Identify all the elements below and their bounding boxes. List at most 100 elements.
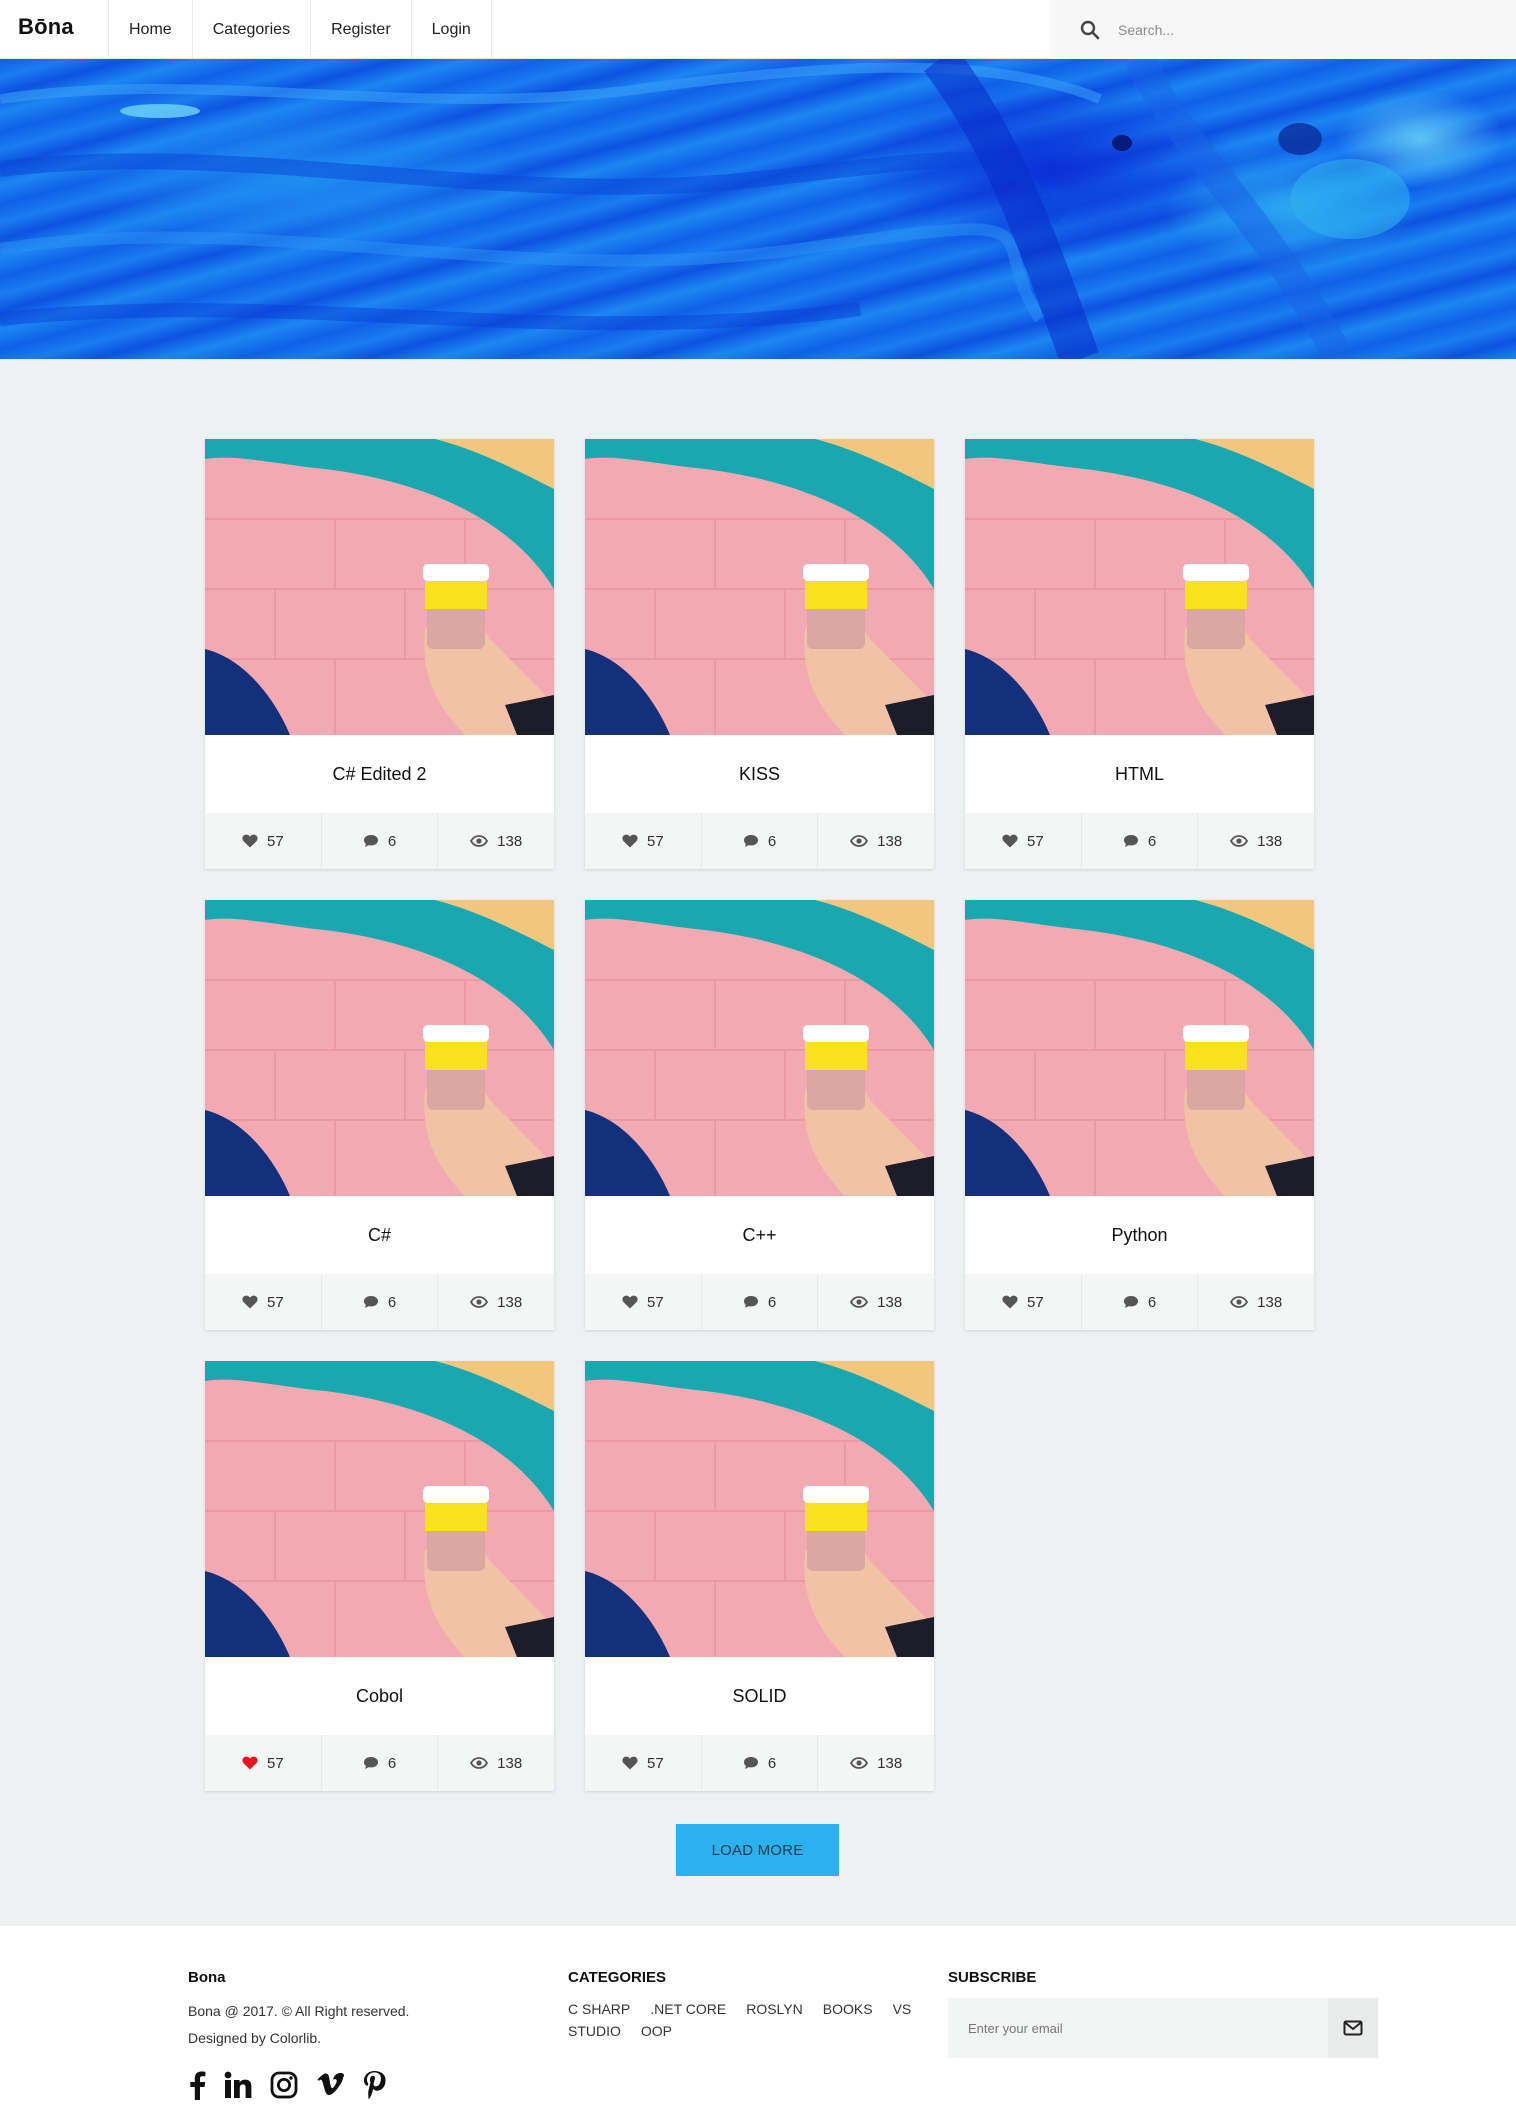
like-button[interactable]: 57 [205,1735,322,1791]
post-title[interactable]: C# Edited 2 [205,735,554,813]
post-thumbnail[interactable] [965,439,1314,735]
hero-banner [0,59,1516,359]
post-stats: 57 6 138 [965,1274,1314,1330]
views-count: 138 [877,832,903,850]
post-thumbnail[interactable] [205,1361,554,1657]
site-logo[interactable]: Bōna [18,14,74,40]
post-title[interactable]: C++ [585,1196,934,1274]
category-link[interactable]: C SHARP [568,2001,630,2017]
comments-count: 6 [387,1754,397,1772]
hero-marble-image [0,59,1410,359]
vimeo-icon[interactable] [316,2072,344,2098]
post-title[interactable]: SOLID [585,1657,934,1735]
post-thumbnail[interactable] [205,439,554,735]
comment-icon [1123,835,1138,847]
views-stat[interactable]: 138 [438,813,554,869]
category-link[interactable]: .NET CORE [650,2001,726,2017]
posts-grid: C# Edited 2 57 6 138 KISS 57 6 138 HTML … [205,439,1315,1791]
post-thumbnail[interactable] [585,1361,934,1657]
views-stat[interactable]: 138 [1198,813,1314,869]
heart-icon [242,1756,258,1770]
instagram-icon[interactable] [270,2071,298,2099]
post-card[interactable]: HTML 57 6 138 [965,439,1314,869]
post-thumbnail[interactable] [585,900,934,1196]
post-title[interactable]: Python [965,1196,1314,1274]
category-link[interactable]: ROSLYN [746,2001,803,2017]
post-card[interactable]: SOLID 57 6 138 [585,1361,934,1791]
like-button[interactable]: 57 [205,1274,322,1330]
footer-categories: CATEGORIES C SHARP .NET CORE ROSLYN BOOKS VS… [568,1969,928,2042]
like-button[interactable]: 57 [585,1274,702,1330]
nav-home[interactable]: Home [109,0,193,59]
post-card[interactable]: C++ 57 6 138 [585,900,934,1330]
post-thumbnail[interactable] [205,900,554,1196]
views-stat[interactable]: 138 [1198,1274,1314,1330]
comment-button[interactable]: 6 [322,1274,439,1330]
post-title[interactable]: Cobol [205,1657,554,1735]
like-button[interactable]: 57 [205,813,322,869]
linkedin-icon[interactable] [224,2071,252,2099]
comments-count: 6 [767,832,777,850]
heart-icon [242,1295,258,1309]
views-stat[interactable]: 138 [438,1274,554,1330]
eye-icon [470,1296,489,1308]
post-card[interactable]: C# 57 6 138 [205,900,554,1330]
views-count: 138 [497,832,523,850]
nav-register[interactable]: Register [311,0,412,59]
post-card[interactable]: KISS 57 6 138 [585,439,934,869]
post-stats: 57 6 138 [585,1735,934,1791]
search-icon[interactable] [1080,20,1100,40]
like-button[interactable]: 57 [965,813,1082,869]
like-button[interactable]: 57 [585,1735,702,1791]
post-title[interactable]: C# [205,1196,554,1274]
heart-icon [622,1295,638,1309]
footer-subscribe-title: SUBSCRIBE [948,1969,1037,1986]
comment-button[interactable]: 6 [702,1735,819,1791]
comment-button[interactable]: 6 [1082,1274,1199,1330]
eye-icon [850,835,869,847]
post-thumbnail[interactable] [585,439,934,735]
post-stats: 57 6 138 [585,813,934,869]
views-count: 138 [1257,832,1283,850]
footer-designed-by: Designed by Colorlib. [188,2030,322,2046]
category-link[interactable]: BOOKS [823,2001,873,2017]
comment-icon [743,835,758,847]
like-button[interactable]: 57 [965,1274,1082,1330]
post-title[interactable]: KISS [585,735,934,813]
nav-login[interactable]: Login [412,0,492,59]
views-stat[interactable]: 138 [818,813,934,869]
comments-count: 6 [387,1293,397,1311]
post-stats: 57 6 138 [205,813,554,869]
comment-button[interactable]: 6 [702,1274,819,1330]
comment-button[interactable]: 6 [322,1735,439,1791]
footer-brand: Bona [188,1969,226,1986]
comment-icon [743,1296,758,1308]
category-link[interactable]: OOP [641,2023,672,2039]
load-more-button[interactable]: LOAD MORE [676,1824,839,1876]
views-stat[interactable]: 138 [818,1274,934,1330]
post-card[interactable]: C# Edited 2 57 6 138 [205,439,554,869]
post-card[interactable]: Cobol 57 6 138 [205,1361,554,1791]
email-field[interactable] [948,1998,1328,2058]
nav-categories[interactable]: Categories [193,0,312,59]
post-card[interactable]: Python 57 6 138 [965,900,1314,1330]
comment-button[interactable]: 6 [1082,813,1199,869]
footer-subscribe: SUBSCRIBE [948,1969,1378,2058]
eye-icon [1230,835,1249,847]
facebook-icon[interactable] [188,2070,206,2100]
comment-button[interactable]: 6 [702,813,819,869]
post-title[interactable]: HTML [965,735,1314,813]
views-stat[interactable]: 138 [438,1735,554,1791]
like-button[interactable]: 57 [585,813,702,869]
heart-icon [622,834,638,848]
heart-icon [1002,834,1018,848]
views-count: 138 [497,1293,523,1311]
post-thumbnail[interactable] [965,900,1314,1196]
post-stats: 57 6 138 [205,1274,554,1330]
likes-count: 57 [266,1754,284,1772]
search-input[interactable] [1118,21,1418,38]
subscribe-button[interactable] [1328,1998,1378,2058]
views-stat[interactable]: 138 [818,1735,934,1791]
pinterest-icon[interactable] [362,2070,386,2100]
comment-button[interactable]: 6 [322,813,439,869]
